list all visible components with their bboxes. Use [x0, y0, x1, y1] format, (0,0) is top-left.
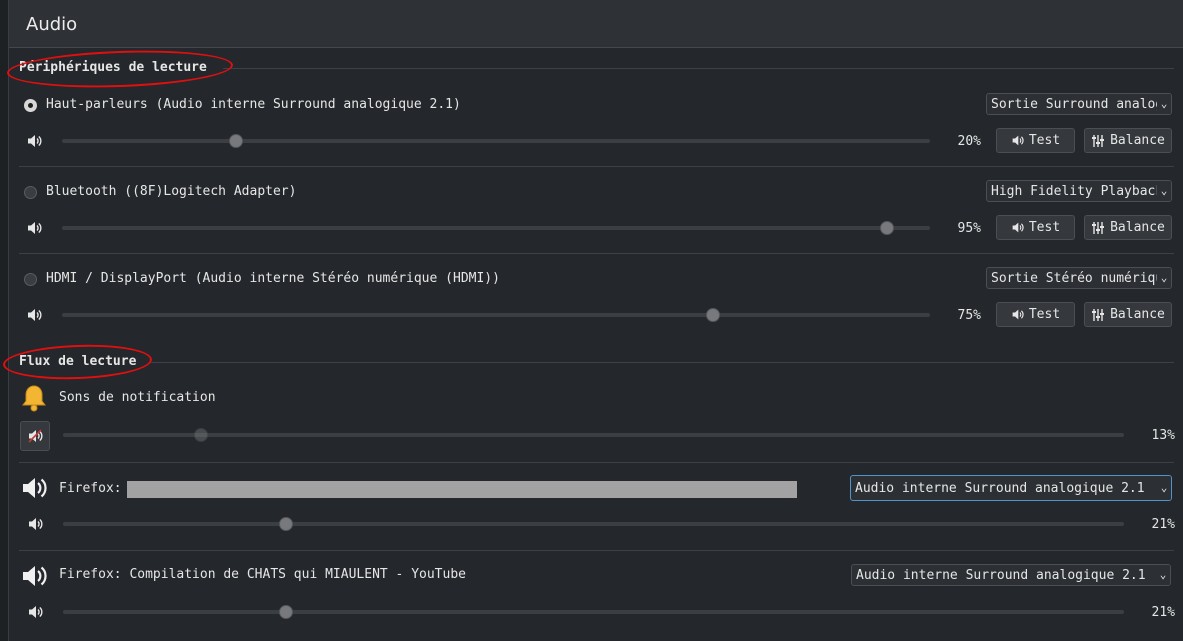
- window-title: Audio: [26, 14, 78, 35]
- volume-value: 21%: [1151, 517, 1175, 532]
- row-divider: [19, 462, 1174, 463]
- volume-value: 20%: [957, 134, 981, 149]
- stream-name: Sons de notification: [59, 390, 216, 405]
- device-name: Bluetooth ((8F)Logitech Adapter): [46, 184, 297, 199]
- device-radio-speakers[interactable]: [24, 99, 37, 112]
- stream-name: Firefox: Compilation de CHATS qui MIAULE…: [59, 567, 466, 582]
- volume-icon: [26, 133, 42, 149]
- test-button[interactable]: Test: [996, 302, 1075, 327]
- test-button[interactable]: Test: [996, 128, 1075, 153]
- balance-button[interactable]: Balance: [1084, 128, 1172, 153]
- mute-toggle-button[interactable]: [20, 421, 50, 451]
- row-divider: [19, 550, 1174, 551]
- volume-slider-handle[interactable]: [193, 428, 208, 442]
- volume-value: 95%: [957, 221, 981, 236]
- speaker-icon: [20, 474, 48, 502]
- stream-output-select[interactable]: Audio interne Surround analogique 2.1 ⌄: [850, 475, 1172, 501]
- profile-value: Sortie Stéréo numérique (HDMI): [991, 271, 1172, 286]
- stream-output-select[interactable]: Audio interne Surround analogique 2.1 ⌄: [851, 564, 1171, 586]
- volume-slider-handle[interactable]: [879, 221, 894, 235]
- volume-slider[interactable]: [63, 610, 1124, 614]
- output-value: Audio interne Surround analogique 2.1: [855, 481, 1145, 496]
- volume-icon: [27, 516, 43, 532]
- redacted-title: [127, 481, 797, 498]
- device-radio-hdmi[interactable]: [24, 273, 37, 286]
- volume-slider[interactable]: [62, 139, 930, 143]
- speaker-icon: [1011, 221, 1024, 234]
- volume-slider-handle[interactable]: [278, 605, 293, 619]
- test-button[interactable]: Test: [996, 215, 1075, 240]
- section-divider: [223, 68, 1174, 69]
- volume-icon: [27, 604, 43, 620]
- device-profile-select[interactable]: Sortie Stéréo numérique (HDMI) ⌄: [986, 267, 1172, 289]
- profile-value: High Fidelity Playback (A2DP Sink): [991, 184, 1171, 199]
- volume-slider[interactable]: [63, 522, 1124, 526]
- volume-value: 75%: [957, 308, 981, 323]
- chevron-down-icon: ⌄: [1157, 268, 1171, 288]
- volume-icon: [26, 220, 42, 236]
- muted-speaker-icon: [27, 428, 43, 444]
- title-bar: Audio: [9, 0, 1183, 48]
- sliders-icon: [1091, 221, 1105, 235]
- stream-name: Firefox:: [59, 481, 122, 496]
- volume-slider-handle[interactable]: [706, 308, 720, 322]
- volume-value: 13%: [1151, 428, 1175, 443]
- device-name: Haut-parleurs (Audio interne Surround an…: [46, 97, 461, 112]
- annotation-circle: [6, 47, 234, 91]
- speaker-icon: [20, 562, 48, 590]
- balance-button[interactable]: Balance: [1084, 302, 1172, 327]
- volume-icon: [26, 307, 42, 323]
- chevron-down-icon: ⌄: [1157, 476, 1171, 500]
- sliders-icon: [1091, 134, 1105, 148]
- device-profile-select[interactable]: Sortie Surround analogique 2.1 ⌄: [986, 93, 1172, 115]
- speaker-icon: [1011, 134, 1024, 147]
- device-name: HDMI / DisplayPort (Audio interne Stéréo…: [46, 271, 500, 286]
- audio-window: Audio Périphériques de lecture Haut-parl…: [2, 0, 1183, 641]
- chevron-down-icon: ⌄: [1157, 94, 1171, 114]
- chevron-down-icon: ⌄: [1157, 181, 1171, 201]
- annotation-circle: [2, 342, 153, 382]
- output-value: Audio interne Surround analogique 2.1: [856, 568, 1146, 583]
- row-divider: [19, 253, 1174, 254]
- bell-icon: [22, 385, 46, 412]
- device-profile-select[interactable]: High Fidelity Playback (A2DP Sink) ⌄: [986, 180, 1172, 202]
- device-radio-bluetooth[interactable]: [24, 186, 37, 199]
- chevron-down-icon: ⌄: [1156, 565, 1170, 585]
- volume-value: 21%: [1151, 605, 1175, 620]
- volume-slider[interactable]: [63, 433, 1124, 437]
- profile-value: Sortie Surround analogique 2.1: [991, 97, 1171, 112]
- speaker-icon: [1011, 308, 1024, 321]
- section-divider: [151, 362, 1174, 363]
- row-divider: [19, 166, 1174, 167]
- volume-slider[interactable]: [62, 313, 930, 317]
- volume-slider[interactable]: [62, 226, 930, 230]
- volume-slider-handle[interactable]: [228, 134, 243, 148]
- sliders-icon: [1091, 308, 1105, 322]
- volume-slider-handle[interactable]: [278, 517, 293, 531]
- balance-button[interactable]: Balance: [1084, 215, 1172, 240]
